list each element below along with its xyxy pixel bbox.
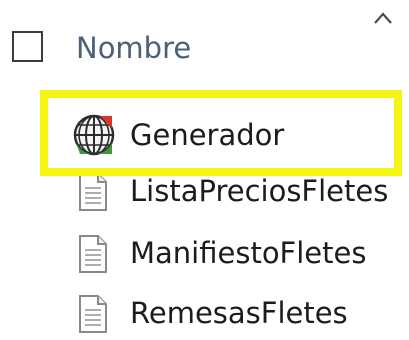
file-name: ManifiestoFletes (130, 236, 367, 270)
list-item[interactable]: RemesasFletes (72, 288, 409, 340)
text-document-icon (79, 235, 107, 273)
file-list: ListaPreciosFletes ManifiestoFletes Reme… (0, 0, 409, 336)
text-document-icon (79, 295, 107, 333)
file-name: RemesasFletes (130, 296, 348, 330)
text-document-icon (79, 173, 107, 211)
file-name: Generador (130, 118, 285, 152)
list-item[interactable]: ManifiestoFletes (72, 228, 409, 280)
highlighted-list-item[interactable]: Generador (40, 90, 402, 176)
application-globe-icon (73, 114, 115, 156)
file-name: ListaPreciosFletes (130, 174, 389, 208)
